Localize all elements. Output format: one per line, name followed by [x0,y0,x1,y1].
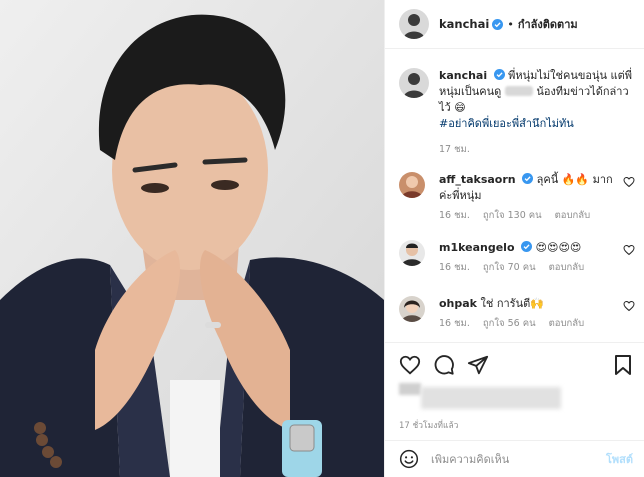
commenter-avatar[interactable] [399,240,425,266]
caption-hashtag[interactable]: #อย่าคิดพี่เยอะพี่สำนึกไม่ทัน [439,117,574,130]
action-bar [385,342,644,386]
comment-item: m1keangelo 😍😍😍😍 16 ชม. ถูกใจ 70 คน ตอบกล… [399,240,635,275]
author-avatar[interactable] [399,9,429,39]
heart-icon[interactable] [399,354,421,376]
likes-count-redacted [399,383,561,411]
share-icon[interactable] [467,354,489,376]
reply-button[interactable]: ตอบกลับ [549,262,585,273]
post-header: kanchai • กำลังติดตาม [385,0,644,49]
comment-like-icon[interactable] [623,300,635,312]
commenter-username[interactable]: aff_taksaorn [439,173,516,186]
comment-like-icon[interactable] [623,244,635,256]
bookmark-icon[interactable] [613,354,633,376]
verified-badge-icon [492,18,504,30]
verified-badge-icon [521,241,533,252]
caption-time: 17 ชม. [439,144,470,155]
caption-avatar[interactable] [399,68,429,98]
comment-text: ใช่ การันตี🙌 [480,297,544,310]
add-comment-input[interactable] [431,452,601,466]
comment-item: aff_taksaorn ลุคนี้ 🔥🔥 มากค่ะพี่หนุ่ม 16… [399,172,635,223]
separator-dot: • [507,17,514,31]
reply-button[interactable]: ตอบกลับ [549,318,585,329]
reply-button[interactable]: ตอบกลับ [555,210,591,221]
comment-like-icon[interactable] [623,176,635,188]
follow-button[interactable]: กำลังติดตาม [518,15,578,33]
author-username[interactable]: kanchai [439,17,489,31]
commenter-avatar[interactable] [399,296,425,322]
commenter-username[interactable]: m1keangelo [439,241,515,254]
comment-time: 16 ชม. [439,318,470,329]
emoji-icon[interactable] [399,449,419,469]
redacted-text [504,86,533,96]
post-timestamp: 17 ชั่วโมงที่แล้ว [399,421,459,431]
commenter-avatar[interactable] [399,172,425,198]
comment-item: ohpak ใช่ การันตี🙌 16 ชม. ถูกใจ 56 คน ตอ… [399,296,635,331]
comment-likes[interactable]: ถูกใจ 130 คน [483,210,542,221]
comment-time: 16 ชม. [439,262,470,273]
caption: kanchai พี่หนุ่มไม่ใช่คนขอนุ่น แต่พี่หนุ… [399,68,635,157]
comment-time: 16 ชม. [439,210,470,221]
caption-username[interactable]: kanchai [439,69,487,82]
verified-badge-icon [493,69,505,80]
comment-icon[interactable] [433,354,455,376]
post-photo [0,0,384,477]
portrait-photo [0,0,384,477]
comment-likes[interactable]: ถูกใจ 56 คน [483,318,536,329]
post-comment-button[interactable]: โพสต์ [606,450,633,468]
verified-badge-icon [522,173,534,184]
comment-likes[interactable]: ถูกใจ 70 คน [483,262,536,273]
post-sidebar: kanchai • กำลังติดตาม kanchai พี่หนุ่มไม… [384,0,644,477]
commenter-username[interactable]: ohpak [439,297,477,310]
add-comment-bar: โพสต์ [385,440,644,477]
comment-text: 😍😍😍😍 [535,241,582,254]
